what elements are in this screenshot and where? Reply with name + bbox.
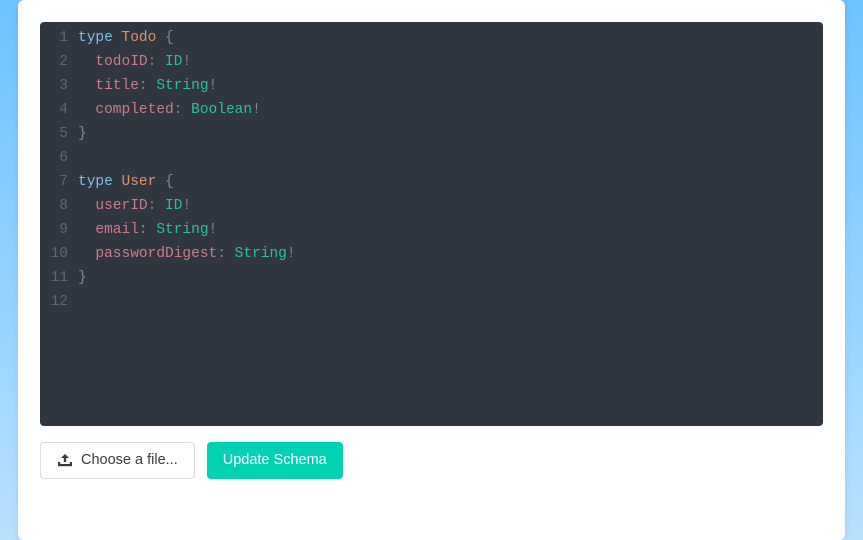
- code-editor[interactable]: 1type Todo {2 todoID: ID!3 title: String…: [40, 22, 823, 426]
- line-content: }: [78, 266, 823, 290]
- line-number: 11: [40, 266, 78, 290]
- code-line[interactable]: 2 todoID: ID!: [40, 50, 823, 74]
- update-schema-button[interactable]: Update Schema: [207, 442, 343, 479]
- line-content: passwordDigest: String!: [78, 242, 823, 266]
- code-line[interactable]: 3 title: String!: [40, 74, 823, 98]
- line-content: userID: ID!: [78, 194, 823, 218]
- upload-icon: [57, 453, 73, 467]
- code-line[interactable]: 6: [40, 146, 823, 170]
- line-number: 4: [40, 98, 78, 122]
- code-line[interactable]: 10 passwordDigest: String!: [40, 242, 823, 266]
- code-line[interactable]: 4 completed: Boolean!: [40, 98, 823, 122]
- code-line[interactable]: 8 userID: ID!: [40, 194, 823, 218]
- line-number: 10: [40, 242, 78, 266]
- update-schema-label: Update Schema: [223, 453, 327, 468]
- line-number: 8: [40, 194, 78, 218]
- code-line[interactable]: 1type Todo {: [40, 26, 823, 50]
- line-number: 9: [40, 218, 78, 242]
- toolbar: Choose a file... Update Schema: [40, 442, 823, 479]
- line-content: completed: Boolean!: [78, 98, 823, 122]
- line-content: type User {: [78, 170, 823, 194]
- line-number: 12: [40, 290, 78, 314]
- line-content: todoID: ID!: [78, 50, 823, 74]
- line-number: 1: [40, 26, 78, 50]
- line-content: [78, 290, 823, 314]
- line-number: 2: [40, 50, 78, 74]
- code-line[interactable]: 7type User {: [40, 170, 823, 194]
- choose-file-button[interactable]: Choose a file...: [40, 442, 195, 479]
- line-number: 3: [40, 74, 78, 98]
- line-number: 7: [40, 170, 78, 194]
- code-line[interactable]: 11}: [40, 266, 823, 290]
- line-content: type Todo {: [78, 26, 823, 50]
- code-line[interactable]: 5}: [40, 122, 823, 146]
- choose-file-label: Choose a file...: [81, 453, 178, 468]
- card: 1type Todo {2 todoID: ID!3 title: String…: [18, 0, 845, 540]
- line-content: [78, 146, 823, 170]
- line-content: title: String!: [78, 74, 823, 98]
- line-content: email: String!: [78, 218, 823, 242]
- line-number: 6: [40, 146, 78, 170]
- code-line[interactable]: 12: [40, 290, 823, 314]
- code-line[interactable]: 9 email: String!: [40, 218, 823, 242]
- line-number: 5: [40, 122, 78, 146]
- line-content: }: [78, 122, 823, 146]
